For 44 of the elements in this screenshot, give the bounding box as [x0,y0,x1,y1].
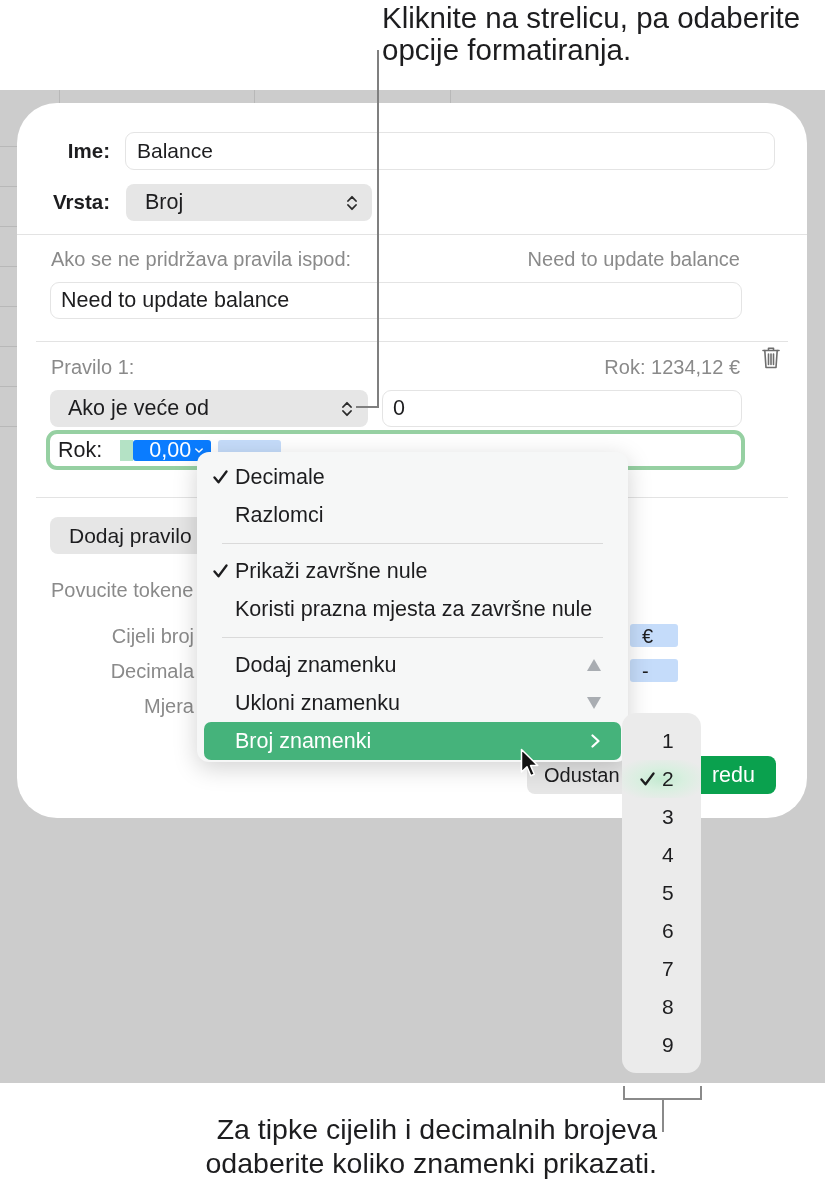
chevron-down-icon [195,447,204,453]
fallback-label: Ako se ne pridržava pravila ispod: [51,247,352,272]
fallback-preview: Need to update balance [527,247,740,272]
number-token[interactable]: 0,00 [133,439,212,461]
checkmark-icon [640,772,655,786]
chevron-up-down-icon [342,400,352,417]
callout-text: Kliknite na strelicu, pa odaberite opcije formatiranja. [382,2,801,66]
token-row-label: Decimala [109,658,194,684]
format-token[interactable]: € [630,624,678,647]
menu-item[interactable]: Dodaj znamenku [204,646,621,684]
fallback-input[interactable]: Need to update balance [50,282,742,319]
type-label: Vrsta: [52,189,110,216]
digit-option[interactable]: 5 [622,874,701,912]
menu-item[interactable]: Koristi prazna mjesta za završne nule [204,590,621,628]
digit-option[interactable]: 9 [622,1026,701,1064]
trash-icon[interactable] [762,347,780,369]
insertion-highlight [120,439,134,461]
type-popup-button[interactable]: Broj [126,184,372,221]
condition-popup-button[interactable]: Ako je veće od [50,390,368,427]
digit-option[interactable]: 2 [622,760,701,798]
value-input[interactable]: 0 [382,390,742,427]
menu-item[interactable]: Ukloni znamenku [204,684,621,722]
digit-option[interactable]: 7 [622,950,701,988]
tokens-hint: Povucite tokene [51,578,194,603]
chevron-right-icon [591,734,600,748]
name-label: Ime: [66,137,110,164]
chevron-up-down-icon [347,194,357,211]
format-token[interactable]: - [630,659,678,682]
digit-option[interactable]: 6 [622,912,701,950]
rule-label: Pravilo 1: [51,355,135,379]
down-triangle-icon [587,697,601,709]
caption-text: Za tipke cijelih i decimalnih brojeva odaberite koliko znamenki prikazati. [205,1112,657,1180]
checkmark-icon [213,564,228,578]
format-label: Rok: [58,436,103,464]
token-row-label: Cijeli broj [110,623,194,649]
name-input[interactable]: Balance [125,132,775,170]
token-row-label: Mjera [143,693,194,719]
digit-option[interactable]: 4 [622,836,701,874]
digit-option[interactable]: 8 [622,988,701,1026]
menu-item[interactable]: Prikaži završne nule [204,552,621,590]
checkmark-icon [213,470,228,484]
rule-preview: Rok: 1234,12 € [604,355,740,379]
digit-option[interactable]: 3 [622,798,701,836]
up-triangle-icon [587,659,601,671]
